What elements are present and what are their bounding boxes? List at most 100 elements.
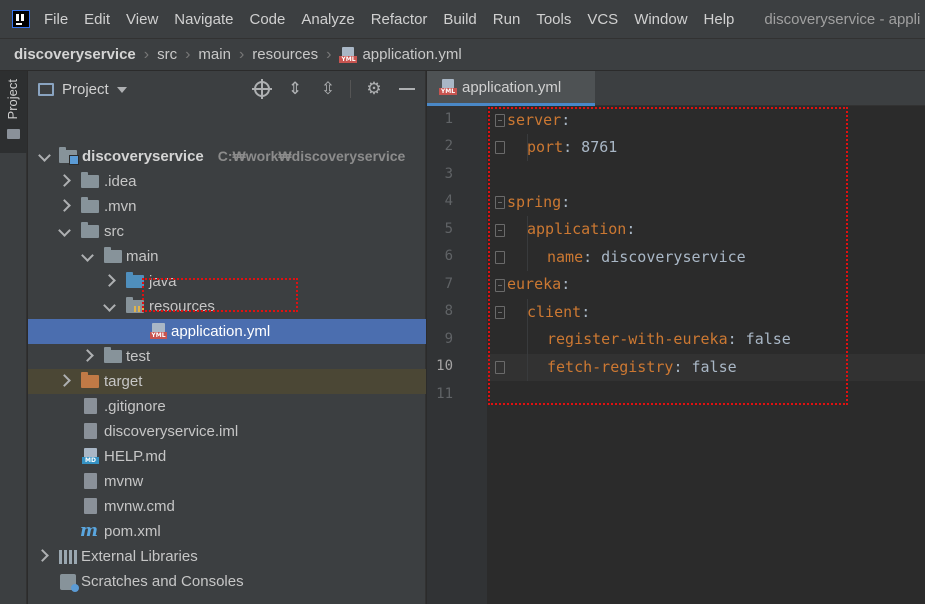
- folder-icon: [81, 172, 99, 188]
- chevron-right-icon[interactable]: [58, 174, 70, 186]
- code-line-6: name: discoveryservice: [547, 248, 746, 266]
- collapse-all-icon: ⇳: [320, 79, 336, 99]
- folder-icon: [104, 247, 122, 263]
- chevron-right-icon[interactable]: [81, 349, 93, 361]
- tree-item-test[interactable]: test: [28, 344, 426, 369]
- chevron-right-icon: ›: [238, 45, 245, 63]
- tree-item-idea[interactable]: .idea: [28, 169, 426, 194]
- fold-marker-icon[interactable]: [495, 114, 505, 127]
- line-number: 1: [444, 111, 453, 127]
- yml-file-icon: YML: [150, 323, 167, 339]
- fold-marker-icon[interactable]: [495, 224, 505, 237]
- fold-marker-icon[interactable]: [495, 306, 505, 319]
- tree-item-help-md[interactable]: MD HELP.md: [28, 444, 426, 469]
- locate-file-button[interactable]: [252, 79, 272, 99]
- code-area[interactable]: server: port: 8761 spring: application: …: [487, 106, 925, 604]
- code-line-2: port: 8761: [527, 138, 618, 156]
- hide-panel-button[interactable]: [397, 79, 417, 99]
- collapse-all-button[interactable]: ⇳: [318, 79, 338, 99]
- tab-label: application.yml: [462, 78, 562, 96]
- tree-item-application-yml[interactable]: YML application.yml: [28, 319, 426, 344]
- tree-item-label: main: [126, 248, 159, 265]
- line-number: 3: [444, 166, 453, 182]
- breadcrumb-main[interactable]: main: [198, 46, 231, 63]
- line-number: 4: [444, 193, 453, 209]
- tree-item-mvnw[interactable]: mvnw: [28, 469, 426, 494]
- tree-item-label: resources: [149, 298, 215, 315]
- chevron-right-icon[interactable]: [58, 199, 70, 211]
- tree-item-scratches[interactable]: Scratches and Consoles: [28, 569, 426, 594]
- settings-button[interactable]: ⚙: [364, 79, 384, 99]
- tree-item-label: HELP.md: [104, 448, 167, 465]
- fold-marker-icon[interactable]: [495, 279, 505, 292]
- breadcrumb: discoveryservice › src › main › resource…: [0, 38, 925, 71]
- dropdown-caret-icon[interactable]: [116, 86, 127, 93]
- breadcrumb-resources[interactable]: resources: [252, 46, 318, 63]
- tree-item-src[interactable]: src: [28, 219, 426, 244]
- intellij-logo-icon: [12, 10, 30, 28]
- menu-view[interactable]: View: [126, 11, 158, 28]
- menu-code[interactable]: Code: [249, 11, 285, 28]
- chevron-right-icon: ›: [326, 45, 332, 63]
- menu-window[interactable]: Window: [634, 11, 687, 28]
- tree-item-discoveryservice[interactable]: discoveryservice C:₩work₩discoveryservice: [28, 144, 426, 169]
- line-number: 9: [444, 331, 453, 347]
- chevron-down-icon[interactable]: [38, 151, 50, 163]
- tree-item-label: pom.xml: [104, 523, 161, 540]
- menu-build[interactable]: Build: [443, 11, 476, 28]
- menu-tools[interactable]: Tools: [536, 11, 571, 28]
- tree-item-label: .gitignore: [104, 398, 166, 415]
- tree-item-mvn[interactable]: .mvn: [28, 194, 426, 219]
- toolbar-divider: [350, 80, 351, 98]
- menu-refactor[interactable]: Refactor: [371, 11, 428, 28]
- tree-item-iml[interactable]: discoveryservice.iml: [28, 419, 426, 444]
- fold-end-icon[interactable]: [495, 361, 505, 374]
- breadcrumb-file[interactable]: application.yml: [362, 46, 461, 63]
- cmd-file-icon: [84, 498, 97, 514]
- tree-item-main[interactable]: main: [28, 244, 426, 269]
- chevron-right-icon[interactable]: [36, 549, 48, 561]
- menu-edit[interactable]: Edit: [84, 11, 110, 28]
- chevron-down-icon[interactable]: [103, 301, 115, 313]
- code-line-9: register-with-eureka: false: [547, 330, 791, 348]
- chevron-right-icon[interactable]: [103, 274, 115, 286]
- code-line-7: eureka:: [507, 275, 571, 293]
- fold-end-icon[interactable]: [495, 141, 505, 154]
- gear-icon: ⚙: [366, 79, 382, 99]
- project-panel: Project ⇕ ⇳ ⚙ discoveryservice C:₩work₩di…: [28, 71, 426, 604]
- maven-icon: m: [80, 521, 98, 541]
- tree-item-target[interactable]: target: [28, 369, 426, 394]
- left-tool-stripe: Project: [0, 71, 27, 604]
- fold-end-icon[interactable]: [495, 251, 505, 264]
- menu-run[interactable]: Run: [493, 11, 521, 28]
- tree-item-label: src: [104, 223, 124, 240]
- menu-analyze[interactable]: Analyze: [301, 11, 354, 28]
- tree-item-java[interactable]: java: [28, 269, 426, 294]
- crosshair-icon: [252, 79, 272, 99]
- fold-marker-icon[interactable]: [495, 196, 505, 209]
- project-panel-title[interactable]: Project: [62, 81, 109, 98]
- chevron-down-icon[interactable]: [81, 251, 93, 263]
- iml-file-icon: [84, 423, 97, 439]
- chevron-down-icon[interactable]: [58, 226, 70, 238]
- menu-navigate[interactable]: Navigate: [174, 11, 233, 28]
- project-tool-window-button[interactable]: Project: [0, 71, 27, 153]
- chevron-right-icon[interactable]: [58, 374, 70, 386]
- line-number: 7: [444, 276, 453, 292]
- menu-file[interactable]: File: [44, 11, 68, 28]
- breadcrumb-src[interactable]: src: [157, 46, 177, 63]
- menu-help[interactable]: Help: [704, 11, 735, 28]
- breadcrumb-project[interactable]: discoveryservice: [14, 46, 136, 63]
- menu-vcs[interactable]: VCS: [587, 11, 618, 28]
- module-folder-icon: [59, 147, 79, 165]
- tab-application-yml[interactable]: YML application.yml: [427, 71, 595, 106]
- tree-item-label: External Libraries: [81, 548, 198, 565]
- tree-item-resources[interactable]: resources: [28, 294, 426, 319]
- expand-all-button[interactable]: ⇕: [285, 79, 305, 99]
- expand-all-icon: ⇕: [287, 79, 303, 99]
- tree-item-external-libraries[interactable]: External Libraries: [28, 544, 426, 569]
- tree-item-pom-xml[interactable]: m pom.xml: [28, 519, 426, 544]
- tree-item-mvnw-cmd[interactable]: mvnw.cmd: [28, 494, 426, 519]
- tree-item-label: Scratches and Consoles: [81, 573, 244, 590]
- tree-item-gitignore[interactable]: .gitignore: [28, 394, 426, 419]
